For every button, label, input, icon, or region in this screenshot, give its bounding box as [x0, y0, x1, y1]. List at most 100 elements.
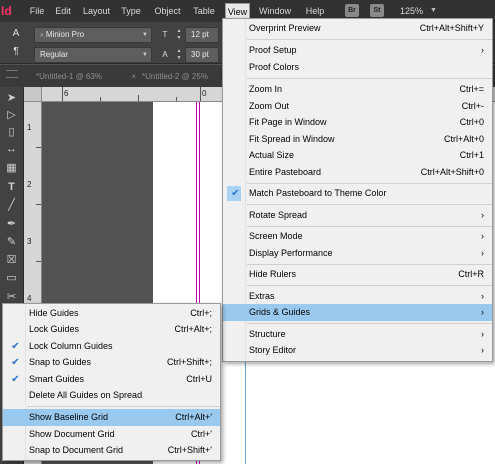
toolbox-grip[interactable]: [0, 65, 24, 87]
menu-item-lock-guides[interactable]: Lock Guides Ctrl+Alt+;: [3, 321, 220, 338]
chevron-right-icon: ›: [481, 248, 484, 258]
app-logo: Id: [1, 4, 12, 18]
chevron-down-icon: ▼: [142, 52, 148, 58]
menu-window[interactable]: Window: [256, 3, 294, 19]
menu-object[interactable]: Object: [151, 3, 184, 19]
tab-untitled-1[interactable]: *Untitled-1 @ 63% ×: [30, 67, 136, 87]
menu-item-overprint-preview[interactable]: Overprint Preview Ctrl+Alt+Shift+Y: [223, 20, 492, 37]
menu-item-shortcut: Ctrl+0: [459, 117, 484, 127]
leading-field[interactable]: 30 pt: [185, 47, 219, 63]
direct-selection-tool-icon[interactable]: ▷: [3, 108, 20, 123]
menu-item-label: Fit Page in Window: [249, 117, 327, 127]
menu-item-snap-to-guides[interactable]: ✔ Snap to Guides Ctrl+Shift+;: [3, 354, 220, 371]
menu-view[interactable]: View: [225, 3, 250, 19]
menu-item-shortcut: Ctrl+Alt+0: [443, 134, 484, 144]
font-size-stepper[interactable]: ▲ ▼: [175, 28, 183, 44]
selection-tool-icon[interactable]: ➤: [3, 91, 20, 106]
menu-item-proof-setup[interactable]: Proof Setup ›: [223, 42, 492, 59]
menu-item-shortcut: Ctrl+Alt+': [175, 412, 212, 422]
menu-item-label: Zoom Out: [249, 101, 290, 111]
menu-item-smart-guides[interactable]: ✔ Smart Guides Ctrl+U: [3, 371, 220, 388]
type-tool-icon[interactable]: T: [3, 180, 20, 195]
pencil-tool-icon[interactable]: ✎: [3, 235, 20, 250]
menu-item-screen-mode[interactable]: Screen Mode ›: [223, 228, 492, 245]
menu-item-entire-pasteboard[interactable]: Entire Pasteboard Ctrl+Alt+Shift+0: [223, 164, 492, 181]
menu-type[interactable]: Type: [119, 3, 143, 19]
paragraph-formatting-icon[interactable]: ¶: [8, 44, 24, 60]
checkmark-icon: ✔: [231, 188, 240, 199]
menu-item-extras[interactable]: Extras ›: [223, 288, 492, 305]
tab-label: *Untitled-2 @ 25%: [142, 72, 208, 81]
menu-item-lock-column-guides[interactable]: ✔ Lock Column Guides: [3, 338, 220, 355]
menu-item-display-performance[interactable]: Display Performance ›: [223, 245, 492, 262]
font-size-field[interactable]: 12 pt: [185, 27, 219, 43]
menu-item-fit-spread[interactable]: Fit Spread in Window Ctrl+Alt+0: [223, 131, 492, 148]
chevron-right-icon: ›: [481, 307, 484, 317]
menu-item-actual-size[interactable]: Actual Size Ctrl+1: [223, 147, 492, 164]
chevron-right-icon: ›: [481, 45, 484, 55]
zoom-level[interactable]: 125%: [400, 3, 428, 19]
menu-item-shortcut: Ctrl+-: [461, 101, 484, 111]
menu-item-proof-colors[interactable]: Proof Colors: [223, 59, 492, 76]
rectangle-tool-icon[interactable]: ▭: [3, 271, 20, 286]
menu-item-label: Snap to Guides: [29, 357, 92, 367]
menu-item-label: Zoom In: [249, 84, 283, 94]
menu-item-shortcut: Ctrl+Alt+;: [174, 324, 212, 334]
menu-item-hide-rulers[interactable]: Hide Rulers Ctrl+R: [223, 266, 492, 283]
menu-item-zoom-in[interactable]: Zoom In Ctrl+=: [223, 81, 492, 98]
menu-item-story-editor[interactable]: Story Editor ›: [223, 342, 492, 359]
menu-item-label: Story Editor: [249, 345, 297, 355]
menu-item-label: Lock Guides: [29, 324, 80, 334]
menu-item-show-document-grid[interactable]: Show Document Grid Ctrl+': [3, 426, 220, 443]
menu-item-shortcut: Ctrl+Alt+Shift+Y: [419, 23, 484, 33]
menu-item-rotate-spread[interactable]: Rotate Spread ›: [223, 207, 492, 224]
menu-item-show-baseline-grid[interactable]: Show Baseline Grid Ctrl+Alt+': [3, 409, 220, 426]
gap-tool-icon[interactable]: ↔: [3, 142, 20, 157]
menu-item-label: Delete All Guides on Spread: [29, 390, 143, 400]
menu-item-label: Grids & Guides: [249, 307, 311, 317]
ruler-label: 1: [27, 123, 32, 132]
font-family-field[interactable]: ⌕ Minion Pro ▼: [34, 27, 152, 43]
zoom-chevron-down-icon[interactable]: ▼: [430, 7, 437, 14]
stock-badge[interactable]: St: [370, 4, 384, 17]
menu-item-match-pasteboard[interactable]: ✔ Match Pasteboard to Theme Color: [223, 185, 492, 202]
menu-item-shortcut: Ctrl+U: [186, 374, 212, 384]
line-tool-icon[interactable]: ╱: [3, 198, 20, 213]
ruler-origin[interactable]: [24, 87, 42, 102]
pen-tool-icon[interactable]: ✒: [3, 217, 20, 232]
bridge-badge[interactable]: Br: [345, 4, 359, 17]
menu-item-structure[interactable]: Structure ›: [223, 326, 492, 343]
chevron-down-icon: ▼: [142, 32, 148, 38]
menu-file[interactable]: File: [27, 3, 47, 19]
ruler-label: 4: [27, 294, 32, 303]
ruler-label: 2: [27, 180, 32, 189]
menu-item-label: Structure: [249, 329, 286, 339]
menu-item-zoom-out[interactable]: Zoom Out Ctrl+-: [223, 98, 492, 115]
content-collector-icon[interactable]: ▦: [3, 161, 20, 176]
font-family-value: Minion Pro: [45, 30, 85, 39]
menu-layout[interactable]: Layout: [80, 3, 113, 19]
menu-help[interactable]: Help: [301, 3, 329, 19]
rectangle-frame-tool-icon[interactable]: ☒: [3, 253, 20, 268]
menu-item-shortcut: Ctrl+Shift+;: [166, 357, 212, 367]
menu-item-grids-guides[interactable]: Grids & Guides ›: [223, 304, 492, 321]
menu-item-snap-to-document-grid[interactable]: Snap to Document Grid Ctrl+Shift+': [3, 442, 220, 459]
menu-item-label: Snap to Document Grid: [29, 445, 124, 455]
character-formatting-icon[interactable]: A: [8, 26, 24, 42]
menu-item-shortcut: Ctrl+': [191, 429, 212, 439]
chevron-right-icon: ›: [481, 329, 484, 339]
chevron-right-icon: ›: [481, 291, 484, 301]
menu-item-fit-page[interactable]: Fit Page in Window Ctrl+0: [223, 114, 492, 131]
menu-item-delete-all-guides[interactable]: Delete All Guides on Spread: [3, 387, 220, 404]
leading-stepper[interactable]: ▲ ▼: [175, 48, 183, 64]
menu-item-hide-guides[interactable]: Hide Guides Ctrl+;: [3, 305, 220, 322]
menu-table[interactable]: Table: [190, 3, 218, 19]
chevron-right-icon: ›: [481, 231, 484, 241]
font-style-field[interactable]: Regular ▼: [34, 47, 152, 63]
menu-item-shortcut: Ctrl+Shift+': [167, 445, 212, 455]
menu-edit[interactable]: Edit: [52, 3, 74, 19]
menu-item-label: Show Document Grid: [29, 429, 115, 439]
page-tool-icon[interactable]: ▯: [3, 125, 20, 140]
menu-item-label: Hide Guides: [29, 308, 79, 318]
menu-item-label: Proof Setup: [249, 45, 297, 55]
